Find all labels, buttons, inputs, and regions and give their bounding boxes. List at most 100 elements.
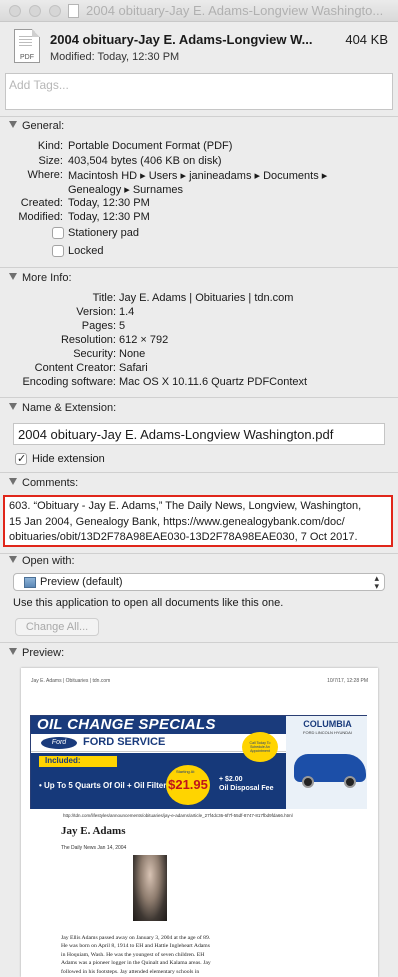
ford-logo: Ford — [41, 737, 77, 749]
comment-line: obituaries/obit/13D2F78A98EAE030-13D2F78… — [9, 531, 358, 543]
hide-extension-label: Hide extension — [32, 453, 105, 465]
security-label: Security: — [73, 348, 116, 360]
divider — [0, 642, 398, 643]
file-type-label: PDF — [20, 54, 34, 61]
window-title: 2004 obituary-Jay E. Adams-Longview Wash… — [86, 3, 384, 18]
ad-dealer-name: COLUMBIA — [303, 719, 352, 729]
comments-heading: Comments: — [22, 477, 79, 489]
encoding-software-value: Mac OS X 10.11.6 Quartz PDFContext — [119, 376, 308, 388]
obituary-photo — [133, 855, 167, 921]
ad-dealer-sub: FORD LINCOLN HYUNDAI — [303, 730, 352, 735]
pdf-file-icon: PDF — [14, 29, 40, 63]
disclosure-triangle-icon — [9, 273, 17, 280]
ad-starting-at: Starting At — [176, 769, 195, 774]
open-with-selected: Preview (default) — [40, 576, 123, 588]
general-section-toggle[interactable]: General: — [9, 120, 64, 132]
size-value: 403,504 bytes (406 KB on disk) — [68, 155, 222, 167]
resolution-value: 612 × 792 — [119, 334, 169, 346]
change-all-button[interactable]: Change All... — [15, 618, 99, 636]
title-bar[interactable]: 2004 obituary-Jay E. Adams-Longview Wash… — [0, 0, 398, 22]
created-value: Today, 12:30 PM — [68, 197, 150, 209]
divider — [0, 472, 398, 473]
modified-value: Today, 12:30 PM — [68, 211, 150, 223]
size-label: Size: — [38, 155, 63, 167]
ad-fee: + $2.00 Oil Disposal Fee — [219, 775, 273, 793]
zoom-window-button[interactable] — [49, 5, 61, 17]
disclosure-triangle-icon — [9, 556, 17, 563]
name-extension-heading: Name & Extension: — [22, 402, 117, 414]
disclosure-triangle-icon — [9, 403, 17, 410]
ad-service-label: FORD SERVICE — [83, 736, 166, 748]
where-value-line2: Genealogy ▸ Surnames — [68, 184, 183, 196]
comments-section-toggle[interactable]: Comments: — [9, 477, 78, 489]
obituary-line: He was born on April 8, 1914 to EH and H… — [61, 943, 210, 950]
name-extension-section-toggle[interactable]: Name & Extension: — [9, 402, 116, 414]
ad-fee-line1: + $2.00 — [219, 776, 243, 783]
divider — [0, 267, 398, 268]
version-label: Version: — [76, 306, 116, 318]
hide-extension-checkbox[interactable] — [15, 452, 27, 465]
file-size-header: 404 KB — [345, 32, 388, 47]
ad-fee-line2: Oil Disposal Fee — [219, 785, 274, 792]
preview-page-header-left: Jay E. Adams | Obituaries | tdn.com — [31, 678, 111, 684]
divider — [0, 553, 398, 554]
pages-value: 5 — [119, 320, 126, 332]
divider — [0, 397, 398, 398]
preview-section-toggle[interactable]: Preview: — [9, 647, 64, 659]
comment-line: 15 Jan 2004, Genealogy Bank, https://www… — [9, 515, 345, 528]
title-label: Title: — [92, 292, 116, 304]
locked-checkbox[interactable] — [52, 245, 64, 257]
comments-textarea[interactable]: 603. “Obituary - Jay E. Adams,” The Dail… — [3, 495, 393, 547]
preview-source: The Daily News Jan 14, 2004 — [61, 845, 127, 851]
version-value: 1.4 — [119, 306, 135, 318]
modified-label: Modified: — [18, 211, 63, 223]
ad-item: • Up To 5 Quarts Of Oil + Oil Filter — [39, 781, 167, 790]
disclosure-triangle-icon — [9, 121, 17, 128]
ad-body: Included: • Up To 5 Quarts Of Oil + Oil … — [31, 753, 286, 809]
ad-included: Included: — [39, 756, 117, 767]
more-info-heading: More Info: — [22, 272, 72, 284]
created-label: Created: — [20, 197, 63, 209]
open-with-section-toggle[interactable]: Open with: — [9, 555, 75, 567]
kind-value: Portable Document Format (PDF) — [68, 140, 233, 152]
obituary-line: Adams was a pioneer logger in the Quinal… — [61, 960, 211, 967]
preview-app-icon — [24, 577, 36, 588]
more-info-section-toggle[interactable]: More Info: — [9, 272, 72, 284]
disclosure-triangle-icon — [9, 648, 17, 655]
ad-title: OIL CHANGE SPECIALS — [31, 716, 286, 734]
car-wheel — [302, 776, 314, 788]
obituary-line: Jay Ellis Adams passed away on January 3… — [61, 935, 211, 941]
locked-label: Locked — [68, 245, 104, 257]
open-with-heading: Open with: — [22, 555, 75, 567]
file-name-input[interactable]: 2004 obituary-Jay E. Adams-Longview Wash… — [13, 423, 385, 445]
obituary-line: followed in his footsteps. Jay attended … — [61, 968, 200, 975]
resolution-label: Resolution: — [60, 334, 116, 346]
where-value-line1: Macintosh HD ▸ Users ▸ janineadams ▸ Doc… — [68, 170, 328, 182]
stationery-pad-checkbox[interactable] — [52, 227, 64, 239]
minimize-window-button[interactable] — [29, 5, 41, 17]
open-with-popup[interactable]: Preview (default) ▴ ▾ — [13, 573, 385, 591]
popup-arrows-icon: ▴ ▾ — [374, 573, 379, 591]
content-creator-value: Safari — [119, 362, 148, 374]
document-preview: Jay E. Adams | Obituaries | tdn.com 10/7… — [21, 668, 378, 977]
stationery-pad-label: Stationery pad — [68, 227, 139, 239]
pages-label: Pages: — [81, 320, 116, 332]
comment-line: 603. “Obituary - Jay E. Adams,” The Dail… — [9, 500, 362, 512]
disclosure-triangle-icon — [9, 478, 17, 485]
document-proxy-icon[interactable] — [68, 4, 79, 18]
file-name-header: 2004 obituary-Jay E. Adams-Longview W... — [50, 32, 313, 47]
obituary-line: in Hoquiam, Wash. He was the youngest of… — [61, 951, 205, 958]
preview-obituary-name: Jay E. Adams — [61, 825, 126, 837]
kind-label: Kind: — [37, 140, 63, 152]
modified-header: Modified: Today, 12:30 PM — [50, 51, 180, 63]
ad-dealer-panel: COLUMBIA FORD LINCOLN HYUNDAI Call Today… — [242, 716, 367, 809]
ad-cta: Call Today To Schedule An Appointment — [242, 732, 278, 762]
preview-heading: Preview: — [22, 647, 65, 659]
content-creator-label: Content Creator: — [34, 362, 116, 374]
security-value: None — [119, 348, 146, 360]
tags-field[interactable]: Add Tags... — [5, 73, 393, 110]
preview-obituary-text: Jay Ellis Adams passed away on January 3… — [61, 934, 331, 976]
open-with-description: Use this application to open all documen… — [13, 597, 284, 609]
close-window-button[interactable] — [9, 5, 21, 17]
encoding-software-label: Encoding software: — [22, 376, 116, 388]
